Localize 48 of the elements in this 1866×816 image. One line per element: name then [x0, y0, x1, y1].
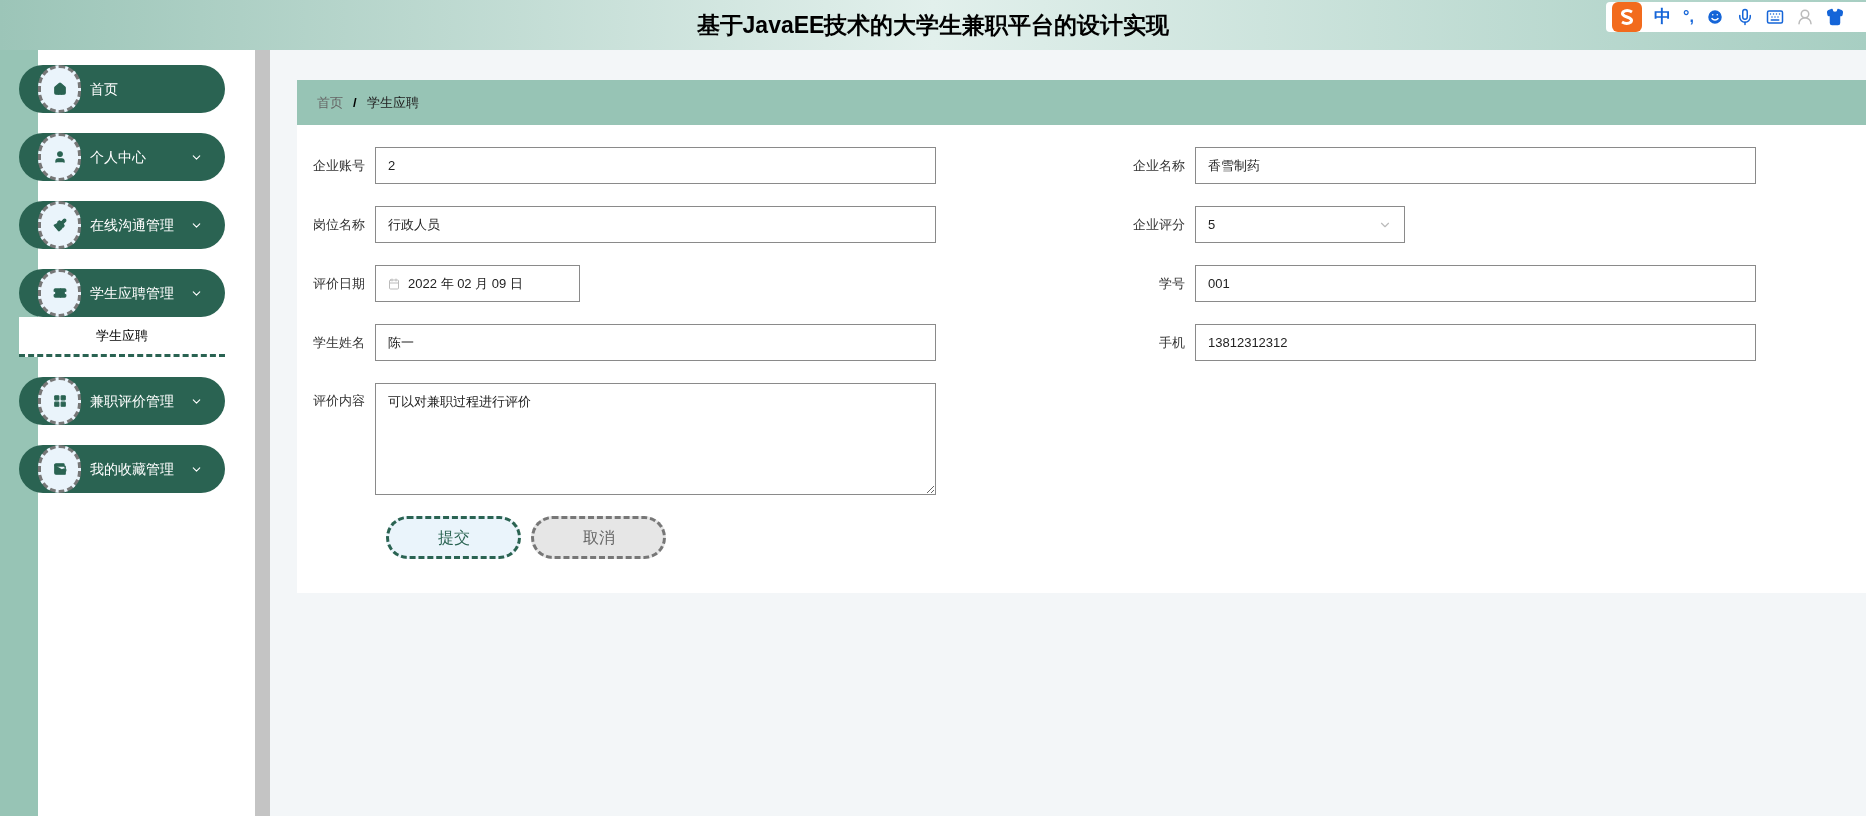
nav-item[interactable]: 在线沟通管理	[19, 201, 225, 249]
breadcrumb-separator: /	[353, 93, 357, 112]
page-title: 基于JavaEE技术的大学生兼职平台的设计实现	[696, 10, 1170, 40]
nav-label: 我的收藏管理	[90, 459, 175, 479]
text-field[interactable]: 香雪制药	[1195, 147, 1756, 184]
text-field[interactable]: 2	[375, 147, 936, 184]
field-label: 企业账号	[312, 156, 366, 175]
text-field[interactable]: 13812312312	[1195, 324, 1756, 361]
nav-item[interactable]: 学生应聘管理	[19, 269, 225, 317]
submit-button[interactable]: 提交	[386, 516, 521, 559]
field-label: 学号	[1158, 274, 1186, 293]
cancel-button[interactable]: 取消	[531, 516, 666, 559]
nav-item[interactable]: 我的收藏管理	[19, 445, 225, 493]
date-field[interactable]: 2022 年 02 月 09 日	[375, 265, 580, 302]
field-label: 岗位名称	[312, 215, 366, 234]
wallet-icon	[52, 462, 67, 476]
nav-item[interactable]: 首页	[19, 65, 225, 113]
ticket-icon	[52, 286, 67, 300]
field-label: 评价内容	[312, 392, 366, 410]
nav-label: 首页	[90, 79, 119, 99]
grid-icon	[52, 394, 67, 408]
text-field[interactable]: 行政人员	[375, 206, 936, 243]
field-label: 企业评分	[1132, 215, 1186, 234]
calendar-icon	[388, 277, 400, 290]
home-icon	[52, 82, 67, 96]
breadcrumb-link[interactable]: 学生应聘	[366, 92, 419, 113]
user-icon	[52, 150, 67, 164]
brush-icon	[52, 218, 67, 232]
select-field[interactable]: 5	[1195, 206, 1405, 243]
shirt-icon[interactable]	[1825, 8, 1844, 26]
keyboard-icon[interactable]	[1765, 8, 1784, 26]
text-field[interactable]: 陈一	[375, 324, 936, 361]
field-label: 手机	[1158, 333, 1186, 352]
nav-label: 学生应聘管理	[90, 283, 175, 303]
nav-label: 兼职评价管理	[90, 391, 175, 411]
field-label: 学生姓名	[312, 333, 366, 352]
text-field[interactable]: 001	[1195, 265, 1756, 302]
field-label: 评价日期	[312, 274, 366, 293]
text-area[interactable]: 可以对兼职过程进行评价	[375, 383, 936, 495]
emoji-icon[interactable]	[1705, 8, 1724, 26]
ime-punctuation[interactable]: °,	[1683, 5, 1694, 29]
submenu-item[interactable]: 学生应聘	[19, 317, 225, 357]
nav-label: 在线沟通管理	[90, 215, 175, 235]
ime-mode[interactable]: 中	[1654, 4, 1671, 30]
nav-item[interactable]: 兼职评价管理	[19, 377, 225, 425]
nav-item[interactable]: 个人中心	[19, 133, 225, 181]
nav-label: 个人中心	[90, 147, 147, 167]
field-label: 企业名称	[1132, 156, 1186, 175]
